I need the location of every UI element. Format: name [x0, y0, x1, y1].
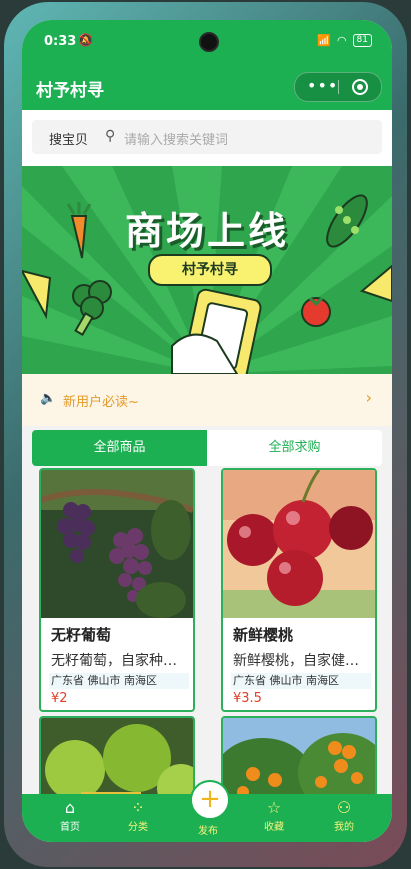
- chevron-right-icon: ›: [365, 388, 372, 407]
- banner-headline: 商场上线: [124, 209, 289, 253]
- product-name: 无籽葡萄: [51, 626, 112, 644]
- star-icon: ☆: [266, 798, 282, 817]
- tab-profile[interactable]: ⚇ 我的: [314, 798, 374, 833]
- search-icon: ⚲: [105, 128, 116, 144]
- search-label: 搜宝贝: [49, 133, 89, 148]
- home-icon: ⌂: [64, 798, 76, 817]
- more-icon[interactable]: •••: [307, 76, 338, 95]
- tab-favorites[interactable]: ☆ 收藏: [244, 798, 304, 833]
- product-desc: 无籽葡萄，自家种植，新鲜: [51, 653, 187, 669]
- bottom-tab-bar: ⌂ 首页 ⁘ 分类 + 发布 ☆ 收藏 ⚇ 我的: [22, 780, 392, 842]
- tab-home[interactable]: ⌂ 首页: [40, 798, 100, 833]
- screen: 0:33 🔕 📶 ◠ 81 村予村寻 ••• 搜宝贝 ⚲ 请输入搜索关键词 商场…: [22, 20, 392, 842]
- miniprogram-capsule: •••: [294, 72, 382, 102]
- status-bar: 0:33 🔕 📶 ◠ 81: [22, 20, 392, 62]
- search-input[interactable]: 搜宝贝 ⚲ 请输入搜索关键词: [32, 120, 382, 154]
- search-area: 搜宝贝 ⚲ 请输入搜索关键词: [22, 110, 392, 166]
- nav-bar: 村予村寻 •••: [22, 62, 392, 110]
- tab-publish[interactable]: 发布: [178, 822, 238, 837]
- close-target-icon[interactable]: [352, 79, 368, 95]
- banner-tag: 村予村寻: [148, 254, 272, 286]
- product-card-grapes[interactable]: 无籽葡萄 无籽葡萄，自家种植，新鲜 广东省 佛山市 南海区 ¥2: [39, 468, 195, 712]
- product-card-cherries[interactable]: 新鲜樱桃 新鲜樱桃，自家健康种植 广东省 佛山市 南海区 ¥3.5: [221, 468, 377, 712]
- mute-bell-icon: 🔕: [78, 33, 93, 47]
- speaker-icon: 🔈: [40, 391, 57, 406]
- product-desc: 新鲜樱桃，自家健康种植: [233, 653, 369, 669]
- tab-all-requests[interactable]: 全部求购: [207, 430, 382, 466]
- grid-icon: ⁘: [131, 798, 145, 817]
- tab-label: 分类: [128, 822, 148, 833]
- wifi-icon: ◠: [336, 34, 347, 47]
- tab-label: 首页: [60, 822, 80, 833]
- tab-all-products[interactable]: 全部商品: [32, 430, 207, 466]
- product-location: 广东省 佛山市 南海区: [231, 673, 371, 689]
- product-name: 新鲜樱桃: [233, 626, 294, 644]
- status-icons: 📶 ◠ 81: [317, 34, 372, 47]
- tab-label: 收藏: [264, 822, 284, 833]
- tomato-icon: [301, 296, 331, 327]
- product-tabs: 全部商品 全部求购: [32, 430, 382, 466]
- capsule-divider: [338, 80, 339, 94]
- phone-frame: 0:33 🔕 📶 ◠ 81 村予村寻 ••• 搜宝贝 ⚲ 请输入搜索关键词 商场…: [4, 2, 407, 867]
- plus-icon: +: [199, 784, 221, 814]
- publish-button[interactable]: +: [190, 780, 230, 820]
- cherries-image: [223, 470, 375, 618]
- tab-label: 我的: [334, 822, 354, 833]
- grapes-image: [41, 470, 193, 618]
- notice-bar[interactable]: 🔈 新用户必读~ ›: [22, 374, 392, 426]
- search-placeholder: 请输入搜索关键词: [124, 133, 229, 148]
- battery-icon: 81: [352, 34, 372, 47]
- tab-label: 发布: [198, 826, 218, 837]
- notice-text: 新用户必读~: [63, 395, 139, 410]
- signal-icon: 📶: [317, 34, 331, 47]
- tab-category[interactable]: ⁘ 分类: [108, 798, 168, 833]
- product-price: ¥2: [51, 691, 68, 706]
- page-title: 村予村寻: [36, 81, 104, 101]
- promo-banner[interactable]: 商场上线 村予村寻: [22, 166, 392, 374]
- product-location: 广东省 佛山市 南海区: [49, 673, 189, 689]
- product-price: ¥3.5: [233, 691, 262, 706]
- user-icon: ⚇: [336, 798, 352, 817]
- status-time: 0:33: [44, 34, 77, 49]
- front-camera: [199, 32, 219, 52]
